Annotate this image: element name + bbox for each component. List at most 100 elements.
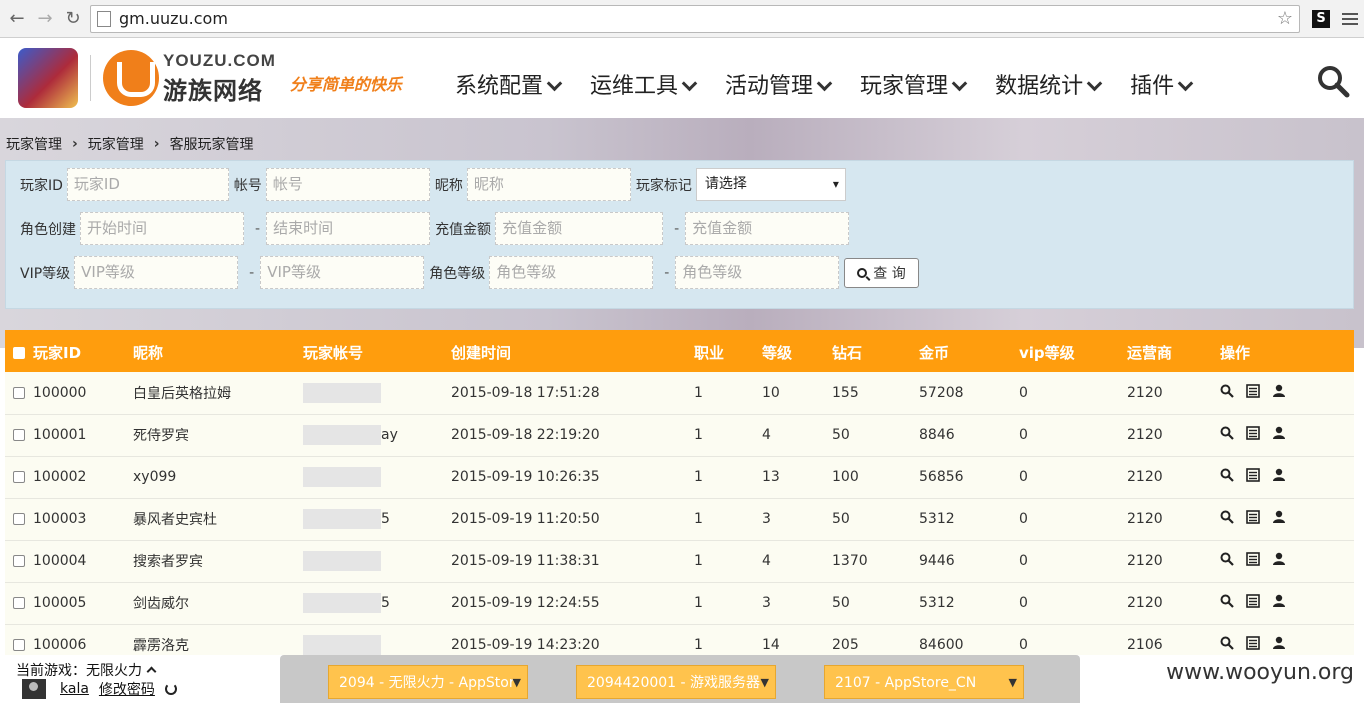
header-job[interactable]: 职业: [694, 330, 762, 372]
account-input[interactable]: 帐号: [265, 168, 430, 201]
row-checkbox[interactable]: [13, 597, 25, 609]
nav-player-manage[interactable]: 玩家管理: [860, 68, 968, 100]
cell-diamond: 1370: [832, 553, 868, 569]
user-icon[interactable]: [1272, 636, 1286, 654]
forward-icon[interactable]: →: [34, 8, 56, 30]
cell-vip: 0: [1019, 469, 1028, 485]
header-account[interactable]: 玩家帐号: [303, 330, 451, 372]
row-checkbox[interactable]: [13, 429, 25, 441]
cell-nickname: 剑齿威尔: [133, 596, 189, 612]
user-icon[interactable]: [1272, 426, 1286, 444]
user-icon[interactable]: [1272, 552, 1286, 570]
view-icon[interactable]: [1220, 384, 1234, 402]
cell-gold: 5312: [919, 511, 955, 527]
detail-list-icon[interactable]: [1246, 552, 1260, 570]
role-level-min-input[interactable]: 角色等级: [489, 256, 654, 289]
game-platform-select[interactable]: 2094 - 无限火力 - AppStor ▼: [328, 665, 528, 699]
cell-level: 4: [762, 553, 771, 569]
detail-list-icon[interactable]: [1246, 426, 1260, 444]
cell-job: 1: [694, 384, 703, 401]
channel-select[interactable]: 2107 - AppStore_CN ▼: [824, 665, 1024, 699]
user-icon[interactable]: [1272, 594, 1286, 612]
search-icon[interactable]: [1316, 64, 1350, 98]
row-checkbox[interactable]: [13, 386, 25, 399]
header-level[interactable]: 等级: [762, 330, 832, 372]
detail-list-icon[interactable]: [1246, 510, 1260, 528]
logout-icon[interactable]: [164, 683, 177, 695]
row-checkbox[interactable]: [13, 555, 25, 567]
view-icon[interactable]: [1220, 636, 1234, 654]
cell-job: 1: [694, 511, 703, 527]
user-icon[interactable]: [1272, 510, 1286, 528]
header-vip[interactable]: vip等级: [1019, 330, 1127, 372]
row-checkbox[interactable]: [13, 639, 25, 651]
view-icon[interactable]: [1220, 426, 1234, 444]
cell-diamond: 50: [832, 427, 850, 443]
browser-menu-icon[interactable]: [1342, 10, 1358, 28]
role-level-max-input[interactable]: 角色等级: [675, 256, 840, 289]
header-created[interactable]: 创建时间: [451, 330, 694, 372]
player-table: 玩家ID 昵称 玩家帐号 创建时间 职业 等级 钻石 金币 vip等级 运营商 …: [5, 330, 1354, 655]
detail-list-icon[interactable]: [1246, 468, 1260, 486]
reload-icon[interactable]: ↻: [62, 8, 84, 30]
tag-select[interactable]: 请选择: [695, 168, 846, 201]
header-gold[interactable]: 金币: [919, 330, 1019, 372]
back-icon[interactable]: ←: [6, 8, 28, 30]
detail-list-icon[interactable]: [1246, 594, 1260, 612]
cell-actions: [1220, 540, 1354, 582]
end-time-input[interactable]: 结束时间: [266, 212, 431, 245]
table-row: 100001 死侍罗宾 ay 2015-09-18 22:19:20 1 4 50 8846 0…: [5, 414, 1354, 456]
detail-list-icon[interactable]: [1246, 636, 1260, 654]
cell-actions: [1220, 456, 1354, 498]
cell-job: 1: [694, 637, 703, 653]
nav-activity[interactable]: 活动管理: [725, 68, 833, 100]
recharge-max-input[interactable]: 充值金额: [685, 212, 850, 245]
view-icon[interactable]: [1220, 552, 1234, 570]
chevron-down-icon: [681, 75, 698, 91]
detail-list-icon[interactable]: [1246, 383, 1260, 402]
cell-vip: 0: [1019, 553, 1028, 569]
nav-ops-tools[interactable]: 运维工具: [590, 68, 698, 100]
table-row: 100003 暴风者史宾杜 5 2015-09-19 11:20:50 1 3 50 5312…: [5, 498, 1354, 540]
view-icon[interactable]: [1220, 594, 1234, 612]
nickname-input[interactable]: 昵称: [466, 168, 631, 201]
recharge-min-input[interactable]: 充值金额: [495, 212, 664, 245]
username-link[interactable]: kala: [60, 681, 89, 697]
select-all-checkbox[interactable]: [13, 347, 25, 359]
bookmark-star-icon[interactable]: ☆: [1277, 8, 1293, 29]
vip-max-input[interactable]: VIP等级: [260, 256, 425, 289]
cell-player-id: 100002: [5, 456, 133, 498]
cell-diamond: 50: [832, 595, 850, 611]
nav-system-config[interactable]: 系统配置: [455, 68, 563, 100]
current-game[interactable]: 当前游戏：无限火力: [16, 660, 157, 680]
user-icon[interactable]: [1272, 468, 1286, 486]
nav-plugins[interactable]: 插件: [1130, 68, 1194, 100]
chevron-down-icon: [951, 75, 968, 91]
view-icon[interactable]: [1220, 468, 1234, 486]
header-nickname[interactable]: 昵称: [133, 330, 303, 372]
breadcrumb-item[interactable]: 玩家管理: [88, 134, 144, 154]
user-icon[interactable]: [1272, 384, 1286, 402]
masked-account: [303, 382, 381, 403]
extension-icon[interactable]: S: [1312, 9, 1330, 28]
cell-nickname: 死侍罗宾: [133, 428, 189, 444]
query-button[interactable]: 查 询: [844, 257, 919, 288]
cell-diamond: 100: [832, 469, 859, 485]
masked-account: [303, 593, 381, 613]
start-time-input[interactable]: 开始时间: [80, 212, 244, 245]
cell-created: 2015-09-18 17:51:28: [451, 384, 600, 401]
header-operator[interactable]: 运营商: [1127, 330, 1220, 372]
url-text[interactable]: gm.uuzu.com: [119, 9, 1277, 28]
address-bar[interactable]: gm.uuzu.com ☆: [90, 4, 1300, 33]
vip-min-input[interactable]: VIP等级: [74, 256, 239, 289]
nav-statistics[interactable]: 数据统计: [995, 68, 1103, 100]
table-row: 100005 剑齿威尔 5 2015-09-19 12:24:55 1 3 50 5312 0 2…: [5, 582, 1354, 624]
view-icon[interactable]: [1220, 510, 1234, 528]
player-id-input[interactable]: 玩家ID: [66, 168, 229, 201]
breadcrumb-item[interactable]: 玩家管理: [6, 134, 62, 154]
row-checkbox[interactable]: [13, 471, 25, 483]
row-checkbox[interactable]: [13, 513, 25, 525]
header-diamond[interactable]: 钻石: [832, 330, 919, 372]
change-password-link[interactable]: 修改密码: [99, 679, 155, 699]
server-select[interactable]: 2094420001 - 游戏服务器 ▼: [576, 665, 776, 699]
